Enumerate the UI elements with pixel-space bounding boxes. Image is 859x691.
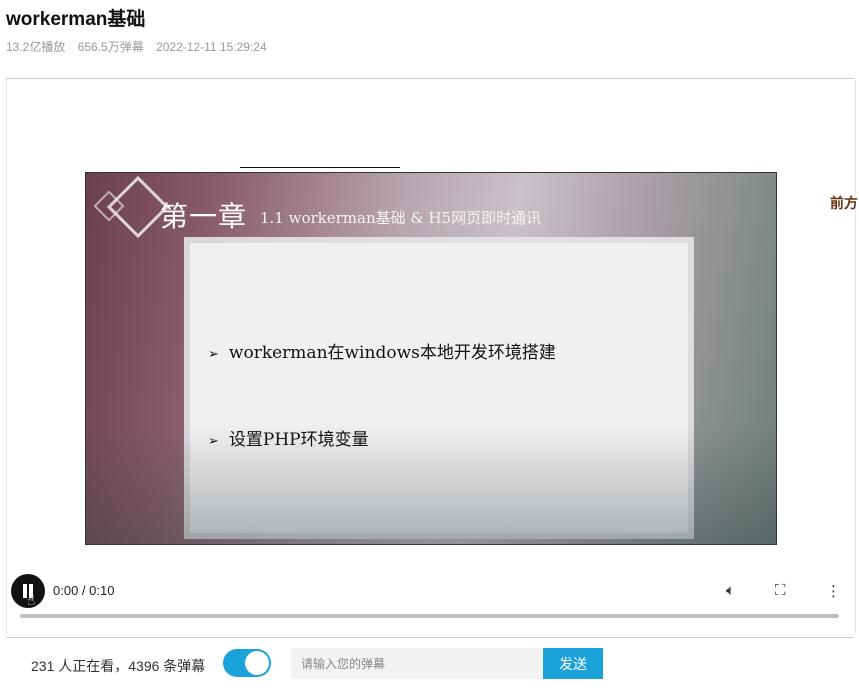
slide-subtitle: 1.1 workerman基础 & H5网页即时通讯 — [260, 209, 542, 227]
slide-chapter: 第一章 — [160, 200, 248, 233]
bullet-arrow-icon: ➢ — [208, 347, 219, 362]
video-meta: 13.2亿播放 656.5万弹幕 2022-12-11 15:29:24 — [6, 38, 276, 55]
video-frame[interactable]: 第一章 1.1 workerman基础 & H5网页即时通讯 ➢ workerma… — [85, 172, 777, 545]
play-count: 13.2亿播放 — [6, 40, 66, 54]
send-button[interactable]: 发送 — [543, 648, 603, 679]
danmaku-input[interactable] — [291, 648, 543, 679]
video-title: workerman基础 — [6, 9, 146, 30]
more-vertical-icon[interactable]: ⋮ — [826, 582, 841, 600]
time-display: 0:00 / 0:10 — [53, 583, 115, 598]
progress-bar[interactable] — [20, 614, 839, 618]
danmaku-scroll-text: 前方 — [830, 195, 858, 211]
viewer-count: 231 人正在看，4396 条弹幕 — [31, 658, 206, 674]
slide-card: ➢ workerman在windows本地开发环境搭建 ➢ 设置PHP环境变量 — [190, 243, 688, 533]
slide-bullet: ➢ 设置PHP环境变量 — [208, 425, 369, 450]
slide-bullet-text: workerman在windows本地开发环境搭建 — [228, 343, 556, 363]
video-frame-line — [240, 167, 400, 168]
volume-icon[interactable]: 🔈︎ — [726, 582, 735, 599]
bullet-arrow-icon: ➢ — [208, 434, 219, 449]
danmaku-count: 656.5万弹幕 — [77, 40, 144, 54]
danmaku-toggle[interactable] — [223, 649, 271, 677]
slide-bullet: ➢ workerman在windows本地开发环境搭建 — [208, 338, 556, 363]
fullscreen-icon[interactable]: ⛶ — [775, 582, 786, 599]
toggle-knob — [245, 651, 269, 675]
hand-cursor-icon: ☝ — [27, 592, 36, 608]
slide-bullet-text: 设置PHP环境变量 — [228, 430, 369, 450]
publish-date: 2022-12-11 15:29:24 — [156, 40, 267, 54]
